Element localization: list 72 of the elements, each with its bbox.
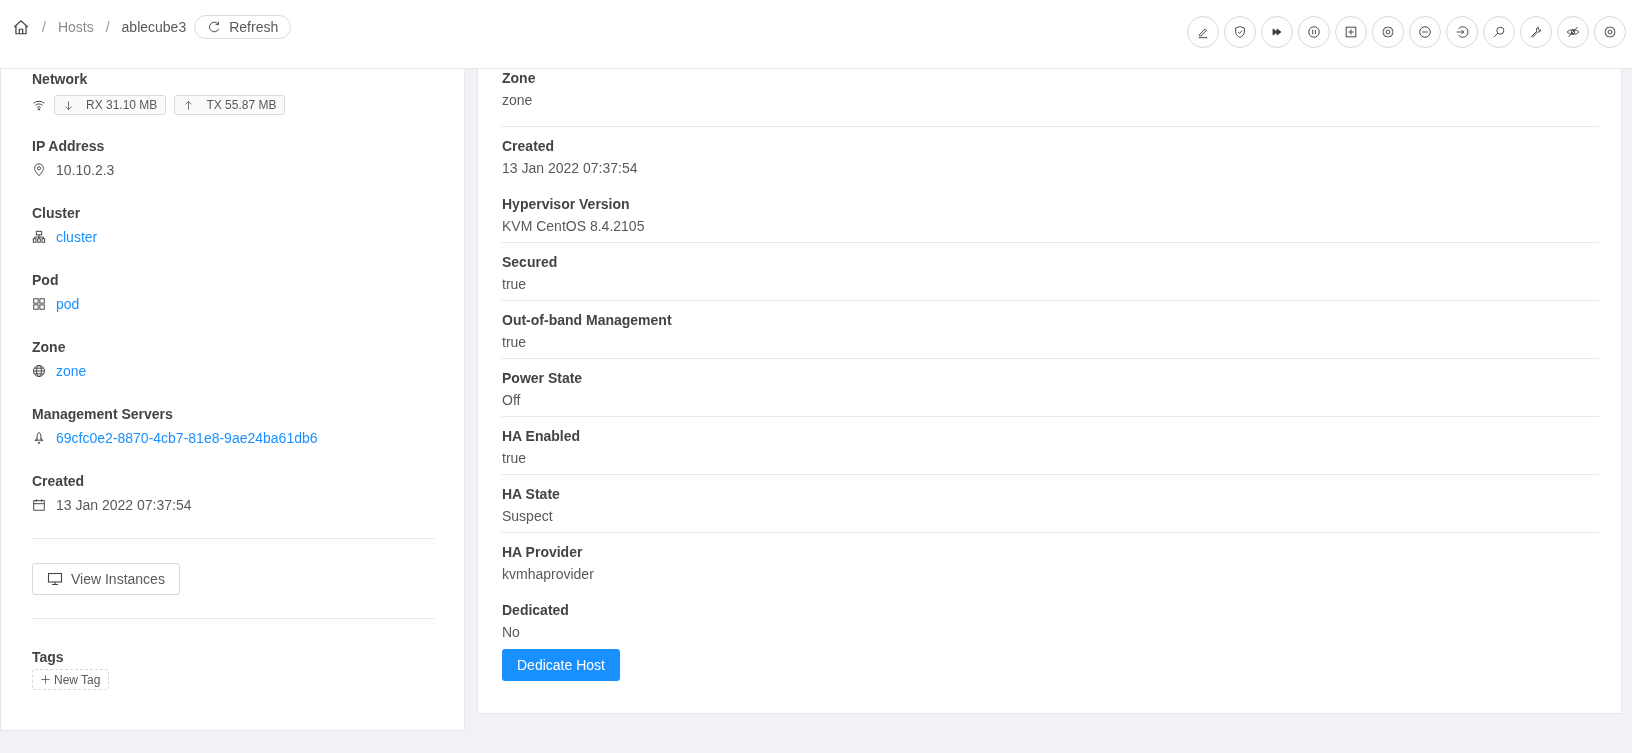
- monitor-icon: [47, 571, 63, 587]
- action-button[interactable]: [1372, 15, 1404, 48]
- home-icon[interactable]: [12, 18, 30, 36]
- field-value: 10.10.2.3: [56, 162, 115, 178]
- grid-icon: [32, 297, 46, 311]
- field-label: IP Address: [32, 137, 106, 156]
- location-pin-icon: [32, 163, 46, 177]
- calendar-icon: [32, 498, 46, 512]
- new-tag-button[interactable]: New Tag: [32, 669, 110, 690]
- detail-label: Secured: [502, 253, 559, 272]
- breadcrumb-link[interactable]: Hosts: [57, 19, 94, 35]
- wrench-icon: [1529, 24, 1543, 39]
- field-link[interactable]: zone: [56, 363, 87, 379]
- detail-label: HA Provider: [502, 543, 584, 562]
- detail-value: KVM CentOS 8.4.2105: [502, 217, 646, 236]
- field-label: Network: [32, 70, 89, 89]
- breadcrumb-separator: /: [105, 19, 110, 35]
- field-label: Created: [32, 472, 86, 491]
- refresh-icon: [207, 20, 222, 34]
- field-label: Cluster: [32, 204, 82, 223]
- detail-value: true: [502, 275, 528, 294]
- action-button[interactable]: [1335, 15, 1367, 48]
- wifi-icon: [32, 98, 46, 112]
- detail-label: Zone: [502, 69, 537, 88]
- detail-value: Off: [502, 391, 522, 410]
- pause-icon: [1307, 24, 1321, 39]
- breadcrumb-separator: /: [42, 19, 46, 35]
- arrow-up-icon: [183, 99, 195, 111]
- cluster-icon: [32, 230, 46, 244]
- action-button[interactable]: [1557, 15, 1589, 48]
- detail-label: Created: [502, 137, 556, 156]
- eye-off-icon: [1566, 24, 1580, 39]
- shield-check-icon: [1233, 24, 1247, 39]
- detail-value: kvmhaprovider: [502, 565, 595, 584]
- search-icon: [1492, 24, 1506, 39]
- field-label: Pod: [32, 271, 60, 290]
- arrow-down-icon: [63, 99, 74, 111]
- traffic-tag: TX 55.87 MB: [174, 95, 286, 115]
- field-link[interactable]: 69cfc0e2-8870-4cb7-81e8-9ae24ba61db6: [56, 430, 318, 446]
- settings-icon: [1381, 24, 1395, 39]
- traffic-tag: RX 31.10 MB: [54, 95, 167, 115]
- action-button[interactable]: [1261, 15, 1293, 48]
- view-instances-button[interactable]: View Instances: [32, 563, 180, 595]
- field-label: Management Servers: [32, 405, 174, 424]
- detail-value: 13 Jan 2022 07:37:54: [502, 159, 639, 178]
- detail-label: Power State: [502, 369, 584, 388]
- detail-label: Hypervisor Version: [502, 195, 631, 214]
- detail-label: Out-of-band Management: [502, 311, 673, 330]
- detail-value: true: [502, 449, 528, 468]
- field-label: Tags: [32, 648, 65, 667]
- globe-icon: [32, 364, 46, 378]
- detail-value: No: [502, 623, 521, 642]
- field-link[interactable]: cluster: [56, 229, 98, 245]
- detail-value: zone: [502, 91, 534, 110]
- action-button[interactable]: [1224, 15, 1256, 48]
- refresh-button[interactable]: Refresh: [194, 15, 292, 39]
- plus-square-icon: [1344, 24, 1358, 39]
- detail-label: HA State: [502, 485, 561, 504]
- field-value: 13 Jan 2022 07:37:54: [56, 497, 192, 513]
- plus-icon: [40, 674, 51, 685]
- breadcrumb-current: ablecube3: [121, 19, 187, 35]
- action-button[interactable]: [1594, 15, 1626, 48]
- minus-circle-icon: [1418, 24, 1432, 39]
- detail-value: true: [502, 333, 528, 352]
- dedicate-host-button[interactable]: Dedicate Host: [502, 649, 620, 681]
- detail-value: Suspect: [502, 507, 554, 526]
- settings-icon: [1603, 24, 1617, 39]
- detail-label: HA Enabled: [502, 427, 582, 446]
- field-link[interactable]: pod: [56, 296, 80, 312]
- detail-label: Dedicated: [502, 601, 570, 620]
- field-label: Zone: [32, 338, 67, 357]
- login-icon: [1455, 24, 1469, 39]
